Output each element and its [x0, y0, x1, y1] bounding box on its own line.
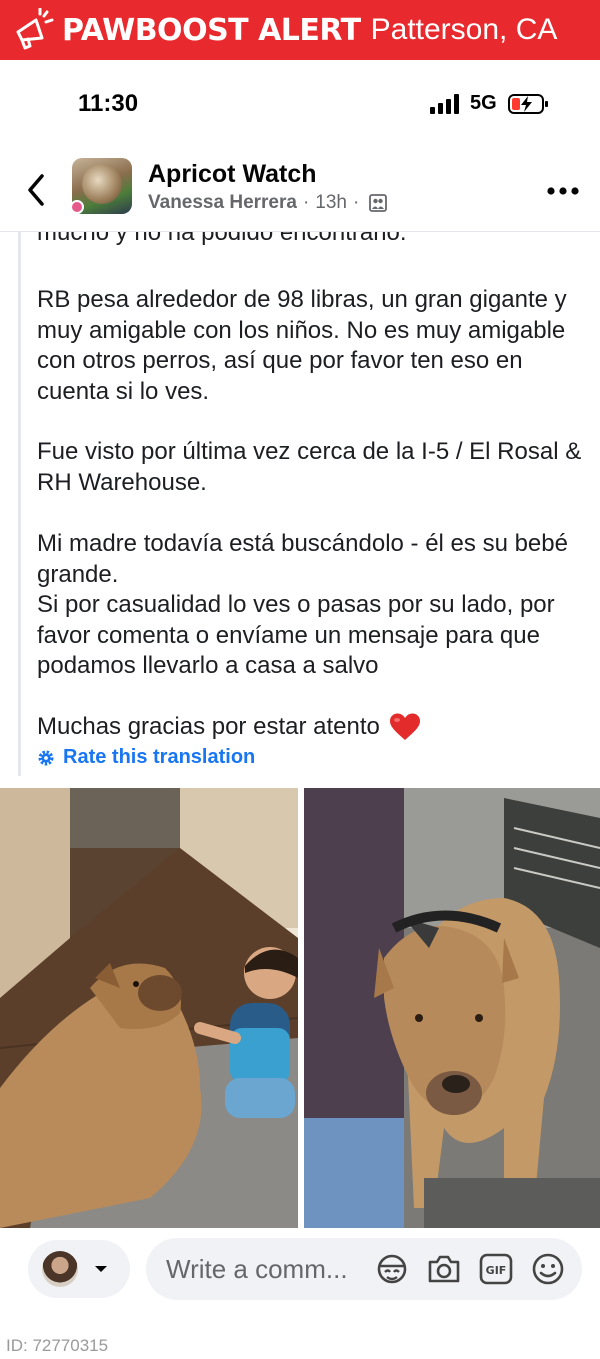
caret-down-icon — [95, 1266, 107, 1272]
more-horizontal-icon[interactable] — [546, 186, 580, 196]
post-paragraph-1: RB pesa alrededor de 98 libras, un gran … — [37, 286, 567, 405]
author-avatar[interactable] — [70, 200, 84, 214]
post-body: mucho y no ha podido encontrarlo. RB pes… — [0, 232, 600, 776]
meta-separator: · — [302, 192, 310, 213]
alert-id: ID: 72770315 — [6, 1336, 109, 1355]
dog-with-child-image — [0, 788, 298, 1228]
comment-input[interactable]: Write a comm... GIF — [146, 1238, 582, 1300]
post-paragraph-2: Fue visto por última vez cerca de la I-5… — [37, 438, 582, 496]
comment-as-selector[interactable] — [28, 1240, 130, 1298]
pawboost-banner: PAWBOOST ALERT Patterson, CA — [0, 0, 600, 60]
photo-dog-with-child[interactable] — [0, 788, 298, 1228]
my-avatar — [42, 1251, 78, 1287]
post-paragraph-4: Muchas gracias por estar atento — [37, 712, 582, 743]
truncated-line: mucho y no ha podido encontrarlo. — [37, 232, 407, 246]
network-type: 5G — [470, 92, 497, 114]
status-time: 11:30 — [78, 90, 139, 117]
post-meta: Vanessa Herrera · 13h · — [148, 192, 388, 214]
rate-translation-link[interactable]: Rate this translation — [37, 746, 255, 769]
chevron-left-icon[interactable] — [22, 172, 50, 208]
camera-icon[interactable] — [426, 1252, 462, 1286]
author-name[interactable]: Vanessa Herrera — [148, 192, 297, 214]
thanks-text: Muchas gracias por estar atento — [37, 713, 380, 740]
text-rule — [18, 232, 21, 776]
rate-translation-label[interactable]: Rate this translation — [63, 746, 255, 769]
red-heart-emoji — [389, 713, 420, 741]
ios-status-bar: 11:30 5G — [0, 60, 600, 148]
megaphone-icon — [16, 8, 54, 50]
post-photos — [0, 788, 600, 1228]
avatar-sticker-icon[interactable] — [374, 1252, 410, 1286]
battery-charging-icon — [508, 94, 548, 114]
group-privacy-icon — [369, 194, 388, 212]
emoji-smile-icon[interactable] — [530, 1252, 566, 1286]
post-header: Apricot Watch Vanessa Herrera · 13h · — [0, 148, 600, 232]
meta-separator-2: · — [352, 192, 360, 213]
post-paragraph-3: Mi madre todavía está buscándolo - él es… — [37, 530, 568, 680]
banner-brand: PAWBOOST ALERT — [62, 12, 361, 48]
group-name[interactable]: Apricot Watch — [148, 160, 317, 189]
banner-location: Patterson, CA — [370, 13, 558, 46]
comment-bar: Write a comm... GIF — [0, 1228, 600, 1310]
signal-strength-icon — [430, 94, 459, 114]
gif-icon[interactable]: GIF — [478, 1252, 514, 1286]
dog-at-car-image — [304, 788, 600, 1228]
gear-icon — [38, 750, 54, 765]
photo-dog-at-car[interactable] — [304, 788, 600, 1228]
svg-text:GIF: GIF — [486, 1264, 507, 1277]
comment-placeholder: Write a comm... — [166, 1254, 348, 1284]
post-age[interactable]: 13h — [315, 192, 347, 214]
